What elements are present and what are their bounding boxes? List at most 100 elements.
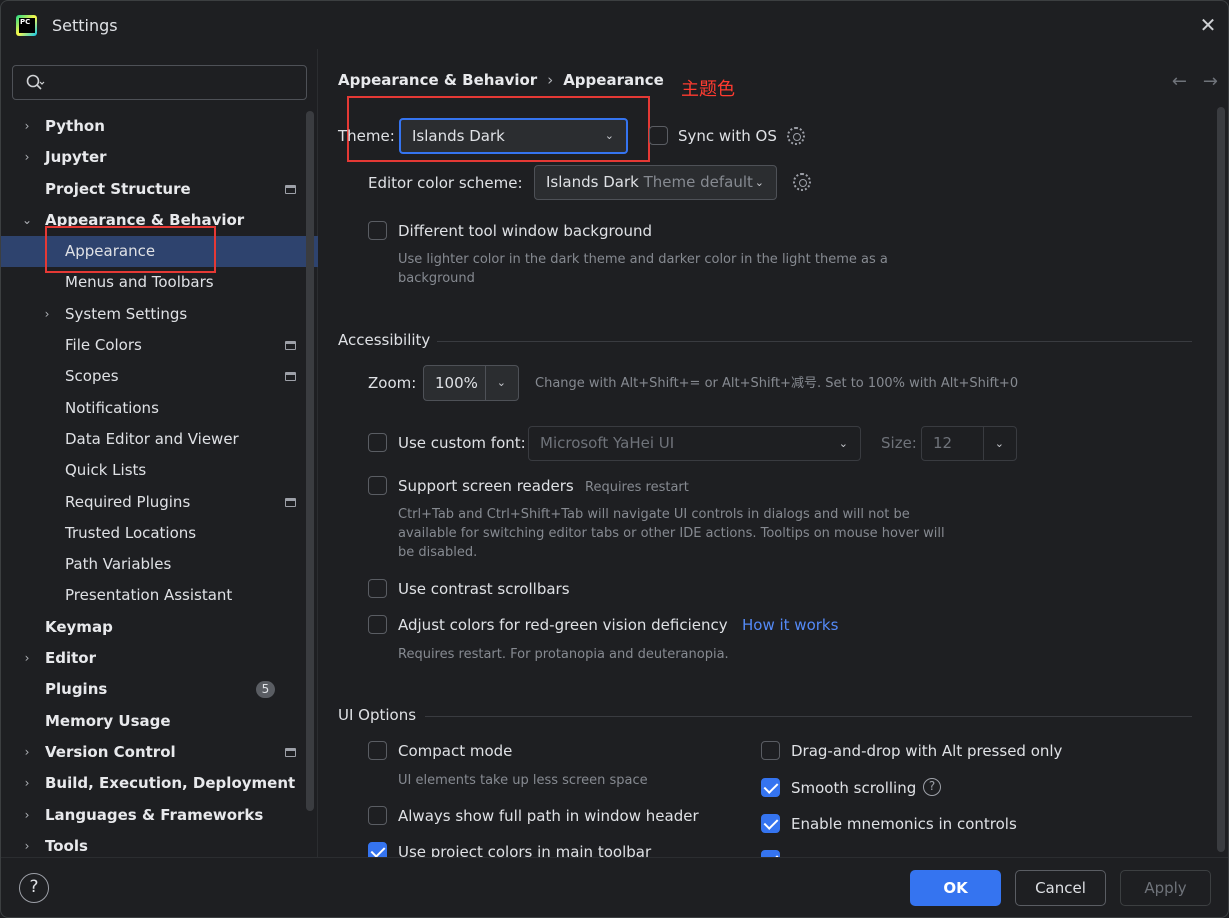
close-icon[interactable]: ✕ <box>1198 15 1218 35</box>
compact-mode-checkbox[interactable] <box>368 741 387 760</box>
project-level-icon <box>285 747 296 757</box>
sidebar-item[interactable]: › Editor <box>1 643 318 674</box>
sidebar-item[interactable]: › Build, Execution, Deployment <box>1 768 318 799</box>
chevron-down-icon: ⌄ <box>838 437 848 450</box>
tool-window-bg-checkbox[interactable] <box>368 221 387 240</box>
screen-readers-checkbox[interactable] <box>368 476 387 495</box>
help-button[interactable]: ? <box>19 873 49 903</box>
project-colors-checkbox[interactable] <box>368 842 387 857</box>
zoom-hint: Change with Alt+Shift+= or Alt+Shift+减号.… <box>535 376 1019 391</box>
sidebar-item[interactable]: Presentation Assistant <box>1 580 318 611</box>
cancel-button[interactable]: Cancel <box>1015 870 1106 906</box>
sidebar-item[interactable]: Scopes <box>1 361 318 392</box>
search-input[interactable] <box>55 71 295 95</box>
chevron-down-icon: ⌄ <box>496 376 506 389</box>
color-scheme-dropdown[interactable]: Islands Dark Theme default ⌄ <box>534 165 777 200</box>
chevron-down-icon: ⌄ <box>604 129 614 142</box>
sidebar-item[interactable]: Trusted Locations <box>1 518 318 549</box>
sidebar-item[interactable]: › System Settings <box>1 299 318 330</box>
full-path-checkbox[interactable] <box>368 806 387 825</box>
sidebar-item[interactable]: ⌄ Appearance & Behavior <box>1 205 318 236</box>
chevron-down-icon[interactable]: ⌄ <box>20 205 34 236</box>
breadcrumb-separator: › <box>547 71 554 89</box>
main-scrollbar[interactable] <box>1217 107 1225 852</box>
settings-dialog: Settings ✕ › Python › Jupyter Project Struct… <box>0 0 1229 918</box>
chevron-right-icon[interactable]: › <box>20 768 34 799</box>
forward-arrow-icon[interactable]: → <box>1203 71 1218 92</box>
sidebar-item[interactable]: › Version Control <box>1 737 318 768</box>
sidebar-item-label: Path Variables <box>65 555 172 574</box>
search-box[interactable] <box>12 65 307 100</box>
ok-button[interactable]: OK <box>910 870 1001 906</box>
sidebar-item[interactable]: Keymap <box>1 612 318 643</box>
chevron-right-icon[interactable]: › <box>20 111 34 142</box>
sidebar-item[interactable]: › Python <box>1 111 318 142</box>
red-green-checkbox[interactable] <box>368 615 387 634</box>
smooth-scrolling-checkbox[interactable] <box>761 778 780 797</box>
sidebar-item[interactable]: Path Variables <box>1 549 318 580</box>
apply-button[interactable]: Apply <box>1120 870 1211 906</box>
sidebar-item-label: Editor <box>45 649 96 668</box>
custom-font-dropdown[interactable]: Microsoft YaHei UI ⌄ <box>528 426 861 461</box>
chevron-down-icon: ⌄ <box>994 437 1004 450</box>
how-it-works-link[interactable]: How it works <box>742 616 838 634</box>
help-icon[interactable]: ? <box>923 778 941 796</box>
sidebar-item[interactable]: Notifications <box>1 393 318 424</box>
pycharm-logo-icon <box>16 15 37 36</box>
drag-drop-checkbox[interactable] <box>761 741 780 760</box>
contrast-scrollbars-checkbox[interactable] <box>368 579 387 598</box>
sidebar-item-label: Required Plugins <box>65 492 191 511</box>
color-scheme-label: Editor color scheme: <box>368 174 523 192</box>
sidebar-scrollbar[interactable] <box>306 111 314 811</box>
theme-dropdown[interactable]: Islands Dark ⌄ <box>399 118 628 154</box>
theme-value: Islands Dark <box>412 127 505 145</box>
sidebar-item[interactable]: File Colors <box>1 330 318 361</box>
sidebar-item-label: Python <box>45 117 105 135</box>
mnemonics-checkbox[interactable] <box>761 814 780 833</box>
chevron-right-icon[interactable]: › <box>20 737 34 768</box>
chevron-right-icon[interactable]: › <box>20 800 34 831</box>
custom-font-label: Use custom font: <box>398 434 526 452</box>
color-scheme-gear-icon[interactable] <box>793 173 811 191</box>
zoom-dropdown[interactable]: 100% ⌄ <box>423 365 519 401</box>
main-panel: Appearance & Behavior › Appearance 主题色 ← → … <box>319 49 1228 857</box>
chevron-right-icon[interactable]: › <box>20 142 34 173</box>
custom-font-checkbox[interactable] <box>368 433 387 452</box>
accessibility-divider <box>437 341 1192 342</box>
font-size-dropdown[interactable]: 12 ⌄ <box>921 426 1017 461</box>
sidebar-item-label: Jupyter <box>45 148 107 167</box>
update-count-badge: 5 <box>256 681 275 699</box>
sidebar-item[interactable]: Project Structure <box>1 174 318 205</box>
sync-settings-gear-icon[interactable] <box>787 127 805 145</box>
sidebar-item[interactable]: › Jupyter <box>1 142 318 173</box>
tool-window-bg-label: Different tool window background <box>398 222 653 240</box>
sidebar-item[interactable]: Data Editor and Viewer <box>1 424 318 455</box>
contrast-scrollbars-label: Use contrast scrollbars <box>398 580 570 598</box>
sidebar-item[interactable]: Plugins 5 <box>1 674 318 705</box>
sidebar-item[interactable]: Required Plugins <box>1 487 318 518</box>
sidebar-item[interactable]: Menus and Toolbars <box>1 267 318 298</box>
sync-os-label: Sync with OS <box>678 127 777 145</box>
tool-window-bg-hint-1: Use lighter color in the dark theme and … <box>398 252 888 267</box>
window-title: Settings <box>52 16 118 35</box>
custom-font-value: Microsoft YaHei UI <box>540 434 675 452</box>
chevron-right-icon[interactable]: › <box>40 299 54 330</box>
sidebar-item[interactable]: Memory Usage <box>1 706 318 737</box>
breadcrumb-parent[interactable]: Appearance & Behavior <box>338 71 537 89</box>
compact-mode-hint: UI elements take up less screen space <box>398 773 648 788</box>
next-option-checkbox[interactable] <box>761 850 780 857</box>
chevron-right-icon[interactable]: › <box>20 643 34 674</box>
compact-mode-label: Compact mode <box>398 742 513 760</box>
dialog-footer: ? OK Cancel Apply <box>1 857 1228 917</box>
screen-readers-note: Requires restart <box>585 480 689 495</box>
zoom-label: Zoom: <box>368 374 417 392</box>
back-arrow-icon[interactable]: ← <box>1172 71 1187 92</box>
project-colors-label: Use project colors in main toolbar <box>398 843 652 857</box>
sidebar-item-label: Quick Lists <box>65 461 147 480</box>
sidebar-item-label: Trusted Locations <box>65 523 197 542</box>
sidebar-item[interactable]: Appearance <box>1 236 318 268</box>
search-icon <box>26 74 45 90</box>
sync-os-checkbox[interactable] <box>649 126 668 145</box>
sidebar-item[interactable]: › Languages & Frameworks <box>1 800 318 831</box>
sidebar-item[interactable]: Quick Lists <box>1 455 318 486</box>
